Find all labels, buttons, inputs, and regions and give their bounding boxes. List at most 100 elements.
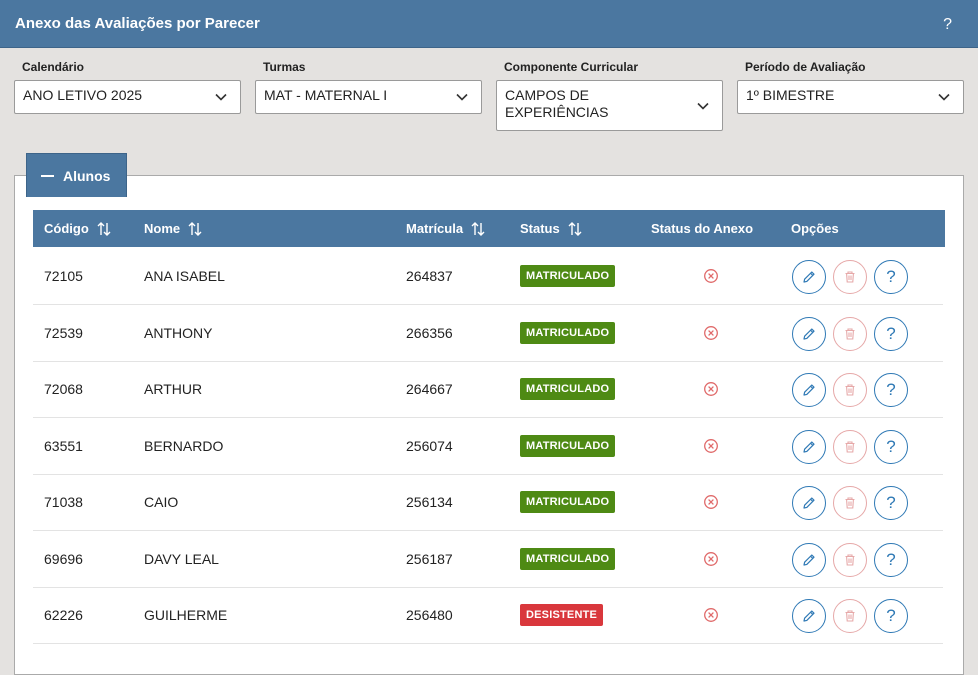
col-label: Status do Anexo [651, 221, 754, 236]
matricula-text: 266356 [406, 325, 453, 341]
cell-matricula: 256074 [406, 418, 453, 474]
sort-icon [568, 221, 582, 236]
cell-matricula: 264667 [406, 361, 453, 417]
col-codigo[interactable]: Código [44, 210, 112, 247]
periodo-select[interactable]: 1º BIMESTRE [737, 80, 964, 114]
filter-calendario: Calendário ANO LETIVO 2025 [14, 60, 241, 114]
edit-button[interactable] [792, 260, 826, 294]
filter-label: Período de Avaliação [745, 60, 866, 74]
help-glyph: ? [886, 380, 896, 399]
trash-icon [845, 384, 855, 396]
edit-button[interactable] [792, 317, 826, 351]
componente-select[interactable]: CAMPOS DE EXPERIÊNCIAS [496, 80, 723, 131]
cell-status: MATRICULADO [520, 474, 616, 530]
pencil-icon [803, 610, 815, 622]
col-matricula[interactable]: Matrícula [406, 210, 486, 247]
close-circle-icon [704, 495, 718, 509]
filter-label: Componente Curricular [504, 60, 639, 74]
delete-button[interactable] [833, 373, 867, 407]
chevron-down-icon [456, 93, 468, 101]
status-badge: DESISTENTE [520, 604, 604, 626]
help-button[interactable]: ? [874, 543, 908, 577]
delete-button[interactable] [833, 543, 867, 577]
matricula-text: 256187 [406, 551, 453, 567]
chevron-down-icon [697, 102, 709, 110]
trash-icon [845, 554, 855, 566]
help-button[interactable]: ? [874, 260, 908, 294]
cell-status: MATRICULADO [520, 361, 616, 417]
status-badge: MATRICULADO [520, 378, 616, 400]
edit-button[interactable] [792, 430, 826, 464]
help-button[interactable]: ? [943, 16, 952, 34]
delete-button[interactable] [833, 260, 867, 294]
trash-icon [845, 497, 855, 509]
filter-turmas: Turmas MAT - MATERNAL I [255, 60, 482, 114]
nome-text: CAIO [144, 494, 179, 510]
status-badge: MATRICULADO [520, 322, 616, 344]
col-label: Código [44, 221, 89, 236]
cell-codigo: 62226 [44, 587, 83, 643]
pencil-icon [803, 328, 815, 340]
select-value: 1º BIMESTRE [746, 87, 835, 103]
turmas-select[interactable]: MAT - MATERNAL I [255, 80, 482, 114]
codigo-text: 72539 [44, 325, 83, 341]
close-circle-icon [704, 382, 718, 396]
table-row: 62226 GUILHERME 256480 DESISTENTE? [33, 587, 943, 644]
trash-icon [845, 271, 855, 283]
col-status[interactable]: Status [520, 210, 583, 247]
col-status-anexo: Status do Anexo [651, 210, 753, 247]
help-button[interactable]: ? [874, 373, 908, 407]
pencil-icon [803, 497, 815, 509]
cell-status-anexo [703, 418, 719, 474]
cell-status: MATRICULADO [520, 305, 616, 361]
table-row: 69696 DAVY LEAL 256187 MATRICULADO? [33, 531, 943, 588]
cell-status-anexo [703, 531, 719, 587]
calendario-select[interactable]: ANO LETIVO 2025 [14, 80, 241, 114]
edit-button[interactable] [792, 543, 826, 577]
help-button[interactable]: ? [874, 599, 908, 633]
nome-text: ARTHUR [144, 381, 203, 397]
matricula-text: 264667 [406, 381, 453, 397]
cell-codigo: 72105 [44, 248, 83, 304]
matricula-text: 256480 [406, 607, 453, 623]
col-label: Nome [144, 221, 181, 236]
delete-button[interactable] [833, 317, 867, 351]
help-glyph: ? [886, 267, 896, 286]
help-button[interactable]: ? [874, 430, 908, 464]
select-value: ANO LETIVO 2025 [23, 87, 143, 103]
help-button[interactable]: ? [874, 486, 908, 520]
cell-codigo: 69696 [44, 531, 83, 587]
cell-status: MATRICULADO [520, 248, 616, 304]
col-label: Matrícula [406, 221, 464, 236]
edit-button[interactable] [792, 486, 826, 520]
help-glyph: ? [886, 550, 896, 569]
cell-status: MATRICULADO [520, 418, 616, 474]
filter-componente: Componente Curricular CAMPOS DE EXPERIÊN… [496, 60, 723, 131]
edit-button[interactable] [792, 599, 826, 633]
cell-status-anexo [703, 305, 719, 361]
trash-icon [845, 610, 855, 622]
trash-icon [845, 441, 855, 453]
cell-status-anexo [703, 474, 719, 530]
matricula-text: 256074 [406, 438, 453, 454]
cell-nome: GUILHERME [144, 587, 227, 643]
alunos-toggle[interactable]: Alunos [26, 153, 127, 197]
delete-button[interactable] [833, 430, 867, 464]
codigo-text: 72068 [44, 381, 83, 397]
section-title: Alunos [63, 167, 111, 184]
col-nome[interactable]: Nome [144, 210, 203, 247]
delete-button[interactable] [833, 599, 867, 633]
edit-button[interactable] [792, 373, 826, 407]
filter-label: Calendário [22, 60, 85, 74]
table-row: 72068 ARTHUR 264667 MATRICULADO? [33, 361, 943, 418]
page-header: Anexo das Avaliações por Parecer ? [0, 0, 978, 48]
filter-label: Turmas [263, 60, 306, 74]
cell-nome: ANA ISABEL [144, 248, 225, 304]
cell-matricula: 256134 [406, 474, 453, 530]
status-badge: MATRICULADO [520, 548, 616, 570]
help-button[interactable]: ? [874, 317, 908, 351]
help-glyph: ? [886, 437, 896, 456]
sort-icon [471, 221, 485, 236]
delete-button[interactable] [833, 486, 867, 520]
cell-codigo: 72539 [44, 305, 83, 361]
